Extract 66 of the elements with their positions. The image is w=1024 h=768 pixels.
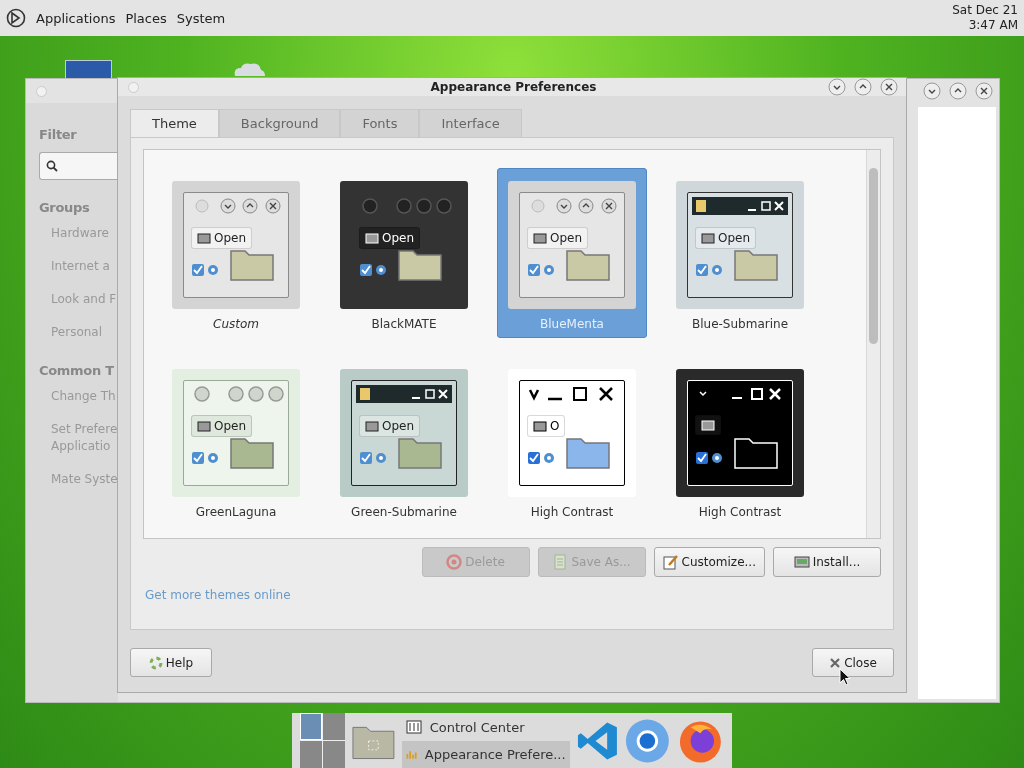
clock-time[interactable]: 3:47 AM	[968, 18, 1018, 33]
window-buttons-icon	[692, 197, 788, 215]
search-icon	[46, 160, 58, 172]
window-buttons-icon	[356, 385, 452, 403]
taskbar-task[interactable]: Control Center	[401, 713, 570, 741]
checkbox-radio-icon	[191, 451, 221, 465]
window-title: Appearance Preferences	[430, 80, 597, 94]
tab[interactable]: Fonts	[340, 109, 420, 137]
common-tasks-heading: Common T	[39, 363, 115, 378]
taskbar-task[interactable]: Appearance Prefere...	[401, 740, 570, 768]
close-dialog-button[interactable]: Close	[812, 648, 894, 677]
checkbox-radio-icon	[191, 263, 221, 277]
scrollbar[interactable]	[866, 150, 880, 538]
theme-item[interactable]: O High Contrast	[497, 356, 647, 526]
mouse-pointer-icon	[839, 668, 851, 686]
open-button-preview: Open	[359, 227, 421, 249]
theme-item[interactable]: High Contrast	[665, 356, 815, 526]
checkbox-radio-icon	[527, 451, 557, 465]
open-button-preview: Open	[191, 415, 253, 437]
window-menu-icon[interactable]	[36, 85, 47, 97]
theme-item[interactable]: Open BlueMenta	[497, 168, 647, 338]
filter-field[interactable]	[39, 152, 118, 180]
help-button[interactable]: Help	[130, 648, 212, 677]
panel-menu[interactable]: Applications	[36, 10, 116, 26]
panel-menu[interactable]: Places	[125, 10, 167, 26]
open-button-preview: Open	[695, 227, 757, 249]
groups-heading: Groups	[39, 200, 91, 215]
theme-item[interactable]: Open Custom	[161, 168, 311, 338]
tab[interactable]: Background	[218, 109, 341, 137]
checkbox-radio-icon	[359, 263, 389, 277]
open-button-preview: Open	[191, 227, 253, 249]
minimize-button[interactable]	[828, 78, 846, 96]
maximize-button[interactable]	[854, 78, 872, 96]
mate-logo-icon[interactable]	[6, 8, 26, 28]
stop-icon	[446, 554, 463, 570]
theme-item[interactable]: Open BlackMATE	[329, 168, 479, 338]
checkbox-radio-icon	[359, 451, 389, 465]
open-button-preview: Open	[359, 415, 421, 437]
panel-menu[interactable]: System	[176, 10, 226, 26]
theme-item[interactable]: Open Green-Submarine	[329, 356, 479, 526]
workspace-switcher[interactable]	[300, 713, 345, 768]
tab[interactable]: Interface	[419, 109, 522, 137]
open-button-preview: Open	[527, 227, 589, 249]
minimize-button[interactable]	[923, 82, 941, 100]
action-button[interactable]: Install...	[773, 547, 881, 577]
document-icon	[552, 554, 569, 570]
close-icon	[829, 656, 842, 669]
action-button[interactable]: Customize...	[653, 547, 765, 577]
close-button[interactable]	[975, 82, 993, 100]
sliders-icon	[405, 719, 422, 735]
close-button[interactable]	[880, 78, 898, 96]
window-menu-icon[interactable]	[128, 81, 139, 93]
filter-heading: Filter	[39, 127, 78, 142]
theme-item[interactable]: Open Blue-Submarine	[665, 168, 815, 338]
clock-date[interactable]: Sat Dec 21	[952, 3, 1018, 18]
checkbox-radio-icon	[695, 263, 725, 277]
checkbox-radio-icon	[527, 263, 557, 277]
tab[interactable]: Theme	[130, 109, 219, 137]
monitor-icon[interactable]	[65, 60, 112, 80]
checkbox-radio-icon	[695, 451, 725, 465]
pencil-icon	[662, 554, 679, 570]
package-icon	[793, 554, 810, 570]
open-button-preview: O	[527, 415, 566, 437]
maximize-button[interactable]	[949, 82, 967, 100]
lifebuoy-icon	[148, 655, 163, 670]
theme-item[interactable]: Open GreenLaguna	[161, 356, 311, 526]
